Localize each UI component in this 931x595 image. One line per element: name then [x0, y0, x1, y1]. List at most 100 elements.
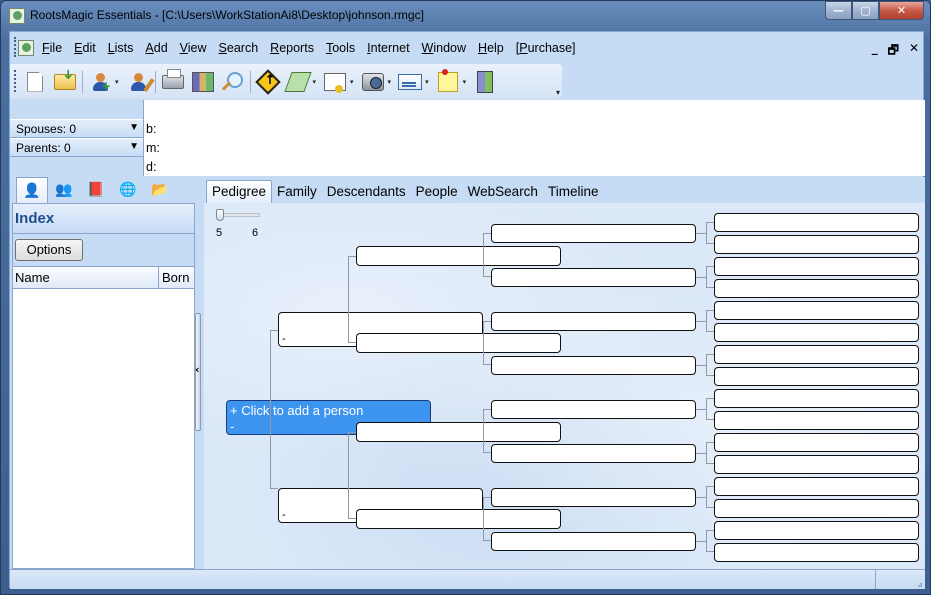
books-button[interactable]: [190, 69, 216, 95]
tab-families[interactable]: 👥: [48, 177, 80, 203]
exit-button[interactable]: [472, 69, 498, 95]
camera-button[interactable]: [360, 69, 386, 95]
title-bar[interactable]: RootsMagic Essentials - [C:\Users\WorkSt…: [1, 1, 930, 31]
open-file-button[interactable]: [52, 69, 78, 95]
menu-search[interactable]: Search: [219, 41, 259, 55]
tab-descendants[interactable]: Descendants: [322, 181, 411, 203]
connector-line: [483, 409, 491, 453]
edit-person-button[interactable]: [125, 69, 155, 95]
minimize-button[interactable]: —: [825, 1, 852, 20]
collapse-left-icon[interactable]: ‹: [195, 363, 200, 376]
menu-purchase[interactable]: [Purchase]: [516, 41, 576, 55]
maximize-button[interactable]: ▢: [852, 1, 879, 20]
menu-file[interactable]: File: [42, 41, 62, 55]
menu-label: ists: [114, 41, 134, 55]
great-great-grandparent-box[interactable]: [714, 543, 919, 562]
great-grandparent-box[interactable]: [491, 532, 696, 551]
toolbar-grip[interactable]: [14, 70, 16, 92]
certificate-dropdown[interactable]: ▾: [350, 78, 354, 86]
great-grandparent-box[interactable]: [491, 400, 696, 419]
menu-help[interactable]: Help: [478, 41, 504, 55]
tab-pedigree[interactable]: Pedigree: [206, 180, 273, 203]
great-great-grandparent-box[interactable]: [714, 499, 919, 518]
great-great-grandparent-box[interactable]: [714, 455, 919, 474]
great-great-grandparent-box[interactable]: [714, 411, 919, 430]
notebook-dropdown[interactable]: ▾: [313, 78, 317, 86]
great-great-grandparent-box[interactable]: [714, 257, 919, 276]
grandparent-box[interactable]: [356, 246, 561, 266]
great-grandparent-box[interactable]: [491, 224, 696, 243]
mdi-restore-button[interactable]: 🗗: [888, 41, 899, 62]
great-grandparent-box[interactable]: [491, 356, 696, 375]
generations-slider[interactable]: [216, 209, 260, 221]
mail-button[interactable]: [397, 69, 423, 95]
menu-lists[interactable]: Lists: [108, 41, 134, 55]
great-grandparent-box[interactable]: [491, 488, 696, 507]
great-great-grandparent-box[interactable]: [714, 477, 919, 496]
great-great-grandparent-box[interactable]: [714, 389, 919, 408]
mdi-close-button[interactable]: ✕: [909, 41, 919, 62]
sticky-note-dropdown[interactable]: ▾: [463, 78, 467, 86]
toolbar-overflow-button[interactable]: ▾: [556, 88, 560, 97]
index-list[interactable]: [13, 289, 194, 568]
navigate-button[interactable]: [254, 68, 281, 95]
add-person-button[interactable]: +: [87, 69, 113, 95]
connector-line: [270, 330, 278, 489]
menu-window[interactable]: Window: [422, 41, 466, 55]
search-button[interactable]: [220, 69, 246, 95]
great-great-grandparent-box[interactable]: [714, 213, 919, 232]
great-grandparent-box[interactable]: [491, 268, 696, 287]
tab-family[interactable]: Family: [272, 181, 322, 203]
menu-reports[interactable]: Reports: [270, 41, 314, 55]
document-tree-icon[interactable]: [18, 40, 34, 56]
sticky-note-button[interactable]: [435, 68, 461, 95]
tab-people-index[interactable]: 👤: [16, 177, 48, 203]
menu-view[interactable]: View: [180, 41, 207, 55]
resize-grip-icon[interactable]: ⣠: [917, 578, 923, 587]
great-great-grandparent-box[interactable]: [714, 521, 919, 540]
menu-edit[interactable]: Edit: [74, 41, 96, 55]
column-header-name[interactable]: Name: [13, 267, 159, 288]
tab-people[interactable]: People: [411, 181, 463, 203]
tab-timeline[interactable]: Timeline: [543, 181, 604, 203]
grandparent-box[interactable]: [356, 509, 561, 529]
close-button[interactable]: ✕: [879, 1, 924, 20]
menu-label: indow: [433, 41, 467, 55]
print-button[interactable]: [160, 68, 186, 95]
great-great-grandparent-box[interactable]: [714, 235, 919, 254]
slider-thumb[interactable]: [216, 209, 224, 221]
menu-grip[interactable]: [14, 37, 16, 57]
add-person-dropdown[interactable]: ▾: [115, 78, 119, 86]
great-grandparent-box[interactable]: [491, 444, 696, 463]
options-button[interactable]: Options: [15, 239, 83, 261]
menu-items: File Edit Lists Add View Search Reports …: [42, 41, 588, 55]
great-great-grandparent-box[interactable]: [714, 279, 919, 298]
menu-internet[interactable]: Internet: [367, 41, 409, 55]
menu-tools[interactable]: Tools: [326, 41, 355, 55]
new-file-button[interactable]: [22, 69, 48, 95]
mail-dropdown[interactable]: ▾: [425, 78, 429, 86]
great-great-grandparent-box[interactable]: [714, 367, 919, 386]
great-great-grandparent-box[interactable]: [714, 345, 919, 364]
tab-sources[interactable]: 📕: [80, 177, 112, 203]
tab-groups[interactable]: 📂: [144, 177, 176, 203]
notebook-button[interactable]: [283, 69, 312, 95]
menu-add[interactable]: Add: [145, 41, 167, 55]
app-tree-icon[interactable]: [9, 8, 25, 24]
great-great-grandparent-box[interactable]: [714, 433, 919, 452]
spouses-dropdown[interactable]: Spouses: 0 ▼: [10, 119, 143, 138]
grandparent-box[interactable]: [356, 422, 561, 442]
column-header-born[interactable]: Born: [159, 267, 192, 288]
mdi-minimize-button[interactable]: _: [872, 41, 878, 62]
grandparent-box[interactable]: [356, 333, 561, 353]
tab-websearch[interactable]: WebSearch: [463, 181, 543, 203]
camera-dropdown[interactable]: ▾: [388, 78, 392, 86]
great-great-grandparent-box[interactable]: [714, 323, 919, 342]
great-grandparent-box[interactable]: [491, 312, 696, 331]
tab-places[interactable]: 🌐: [112, 177, 144, 203]
window-title: RootsMagic Essentials - [C:\Users\WorkSt…: [30, 8, 424, 22]
panel-splitter[interactable]: ‹: [195, 203, 203, 569]
great-great-grandparent-box[interactable]: [714, 301, 919, 320]
certificate-button[interactable]: [322, 69, 348, 95]
parents-dropdown[interactable]: Parents: 0 ▼: [10, 138, 143, 157]
